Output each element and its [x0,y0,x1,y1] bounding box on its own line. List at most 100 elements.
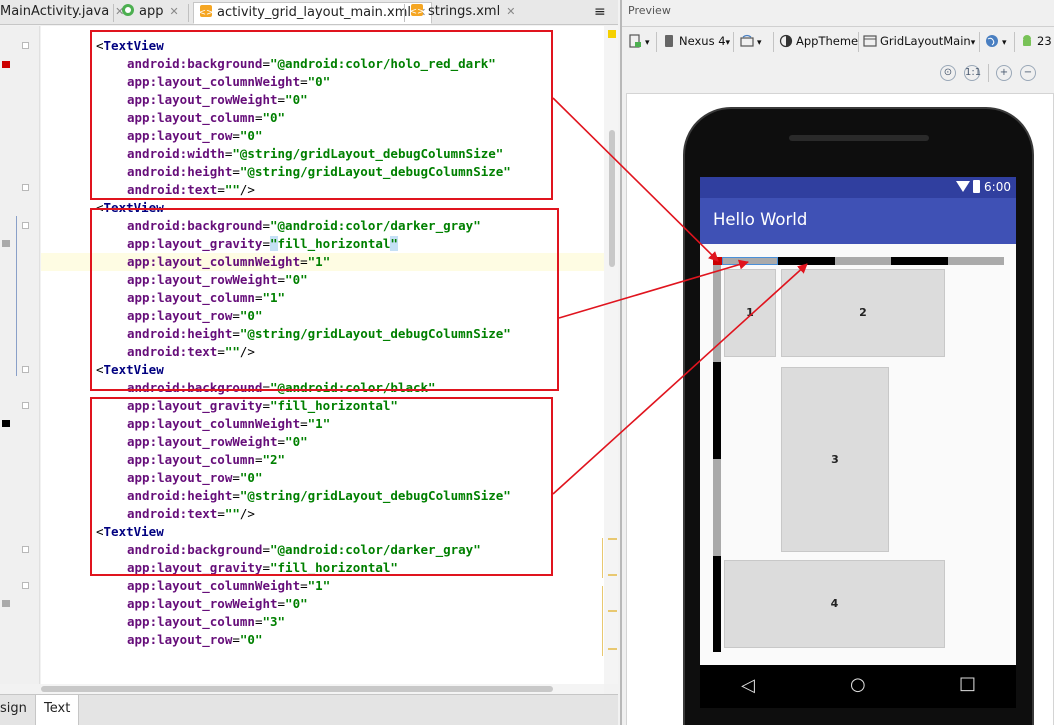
code-line: app:layout_column="3" [127,613,285,631]
tab-activity-grid-layout-main[interactable]: <>activity_grid_layout_main.xml✕ [193,2,433,24]
zoom-fit-icon[interactable]: 1:1 [964,65,981,81]
device-screen: 6:00 Hello World 1 2 3 4 [700,177,1016,665]
code-punctuation: = [232,632,240,647]
zoom-toolbar: ⊙ 1:1 + − [622,58,1054,88]
strip-gray-cell-selected[interactable] [722,257,778,265]
chevron-down-icon: ▾ [1002,38,1007,48]
grid-cell-2[interactable]: 2 [781,269,945,357]
grid-cell-3[interactable]: 3 [781,367,889,552]
close-icon[interactable]: ✕ [169,5,178,18]
code-value: 0 [247,632,255,647]
close-icon[interactable]: ✕ [506,5,515,18]
fold-icon[interactable] [22,42,29,49]
fold-icon[interactable] [22,582,29,589]
strip-red-cell [713,257,722,265]
editor-horizontal-scrollbar[interactable] [41,684,604,694]
api-level-selector[interactable]: 23 [1020,33,1052,49]
strip-gray-cell [713,265,721,362]
orientation-button[interactable]: ▾ [740,33,762,51]
code-value: 0 [292,596,301,611]
chevron-down-icon: ▾ [725,38,731,48]
scroll-thumb[interactable] [41,686,553,692]
preview-title: Preview [628,4,671,17]
scroll-mark [608,538,617,540]
ide-window: MainActivity.java ✕ app ✕ <> activity_grid_… [0,0,1054,725]
code-line: app:layout_columnWeight="1" [127,577,330,595]
locale-selector[interactable]: ▾ [985,33,1007,51]
fold-icon[interactable] [22,222,29,229]
scroll-mark [608,574,617,576]
toolbar-divider [988,64,989,82]
status-bar: 6:00 [700,177,1016,198]
activity-icon [863,35,877,47]
code-attribute: app:layout_columnWeight [127,578,301,593]
color-marker-gray-icon [2,600,10,607]
strip-black-cell [713,556,721,652]
app-bar: Hello World [700,198,1016,244]
strip-black-cell [891,257,948,265]
home-icon[interactable]: ○ [850,674,866,695]
tab-divider [188,4,189,22]
device-selector[interactable]: Nexus 4▾ [662,33,730,51]
code-line: app:layout_row="0" [127,631,262,649]
tab-label: strings.xml [428,4,501,19]
device-nav-bar: ◁ ○ □ [700,665,1016,708]
theme-icon [779,34,793,48]
tab-divider [404,4,405,22]
code-quote: " [277,614,286,629]
rotate-icon [740,34,754,47]
tab-design[interactable]: sign [0,695,35,725]
code-value: 1 [315,578,323,593]
device-frame-button[interactable]: ▾ [628,33,650,51]
tab-label: MainActivity.java [0,4,110,19]
toolbar-divider [656,32,657,52]
device-name: Nexus 4 [679,34,726,48]
strip-black-cell [778,257,835,265]
editor-vertical-scrollbar[interactable] [602,26,618,684]
annotation-box-red-textview [90,30,553,200]
tab-app[interactable]: app ✕ [121,2,179,24]
tab-overflow-menu-icon[interactable]: ≡ [594,2,606,24]
strip-black-cell [713,362,721,459]
zoom-actual-icon[interactable]: ⊙ [940,65,956,81]
code-quote: " [285,596,293,611]
code-quote: " [300,596,308,611]
theme-selector[interactable]: AppTheme [779,33,858,49]
code-quote: " [254,632,263,647]
fold-icon[interactable] [22,546,29,553]
editor-tab-bar: MainActivity.java ✕ app ✕ <> activity_grid_… [0,0,618,25]
code-quote: " [262,614,270,629]
phone-file-icon [629,34,641,48]
chevron-down-icon: ▾ [645,38,650,48]
svg-text:<>: <> [410,7,424,17]
fold-icon[interactable] [22,184,29,191]
tab-main-activity[interactable]: MainActivity.java ✕ [0,2,124,24]
strip-gray-cell [713,459,721,556]
xml-file-icon: <> [410,4,424,17]
code-line: app:layout_rowWeight="0" [127,595,308,613]
scroll-thumb[interactable] [609,130,615,267]
tab-label: activity_grid_layout_main.xml [217,5,412,20]
tab-strings[interactable]: <> strings.xml ✕ [410,2,515,24]
back-icon[interactable]: ◁ [741,675,755,696]
activity-selector[interactable]: GridLayoutMain▾ [863,33,975,51]
battery-icon [973,180,980,193]
tab-text[interactable]: Text [35,695,80,725]
zoom-in-icon[interactable]: + [996,65,1012,81]
grid-cell-4[interactable]: 4 [724,560,945,648]
toolbar-divider [773,32,774,52]
toolbar-divider [979,32,980,52]
app-title: Hello World [713,210,808,229]
code-attribute: app:layout_row [127,632,233,647]
fold-icon[interactable] [22,402,29,409]
recents-icon[interactable]: □ [959,673,976,694]
fold-icon[interactable] [22,366,29,373]
grid-cell-1[interactable]: 1 [724,269,776,357]
wifi-icon [956,181,970,192]
color-marker-gray-icon [2,240,10,247]
editor-mode-tabs: sign Text [0,694,618,725]
tab-label: app [139,4,164,19]
annotation-box-black-textview [90,397,553,576]
zoom-out-icon[interactable]: − [1020,65,1036,81]
api-level: 23 [1037,34,1052,48]
